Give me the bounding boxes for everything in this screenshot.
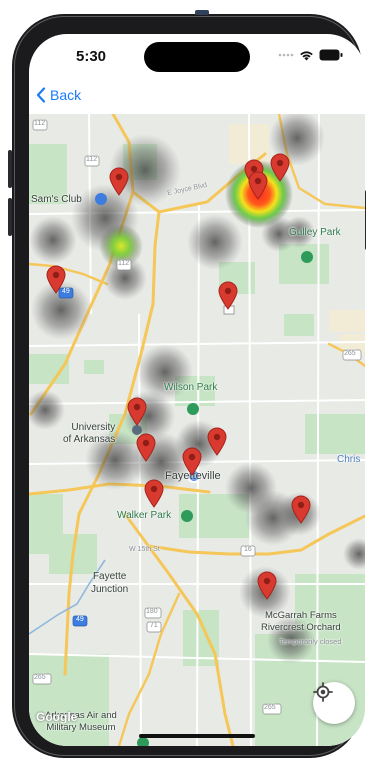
map-label-university: University of Arkansas [63,422,116,445]
map-pin[interactable] [135,432,157,462]
road-112-label: 112 [34,120,46,127]
map-label-chris: Chris [337,454,361,465]
volume-button [8,150,12,188]
dynamic-island [144,42,250,72]
road-265-label: 265 [344,350,356,357]
map-label-gulley-park: Gulley Park [289,227,341,238]
map-pin[interactable] [126,396,148,426]
chevron-left-icon [36,87,46,103]
battery-icon [319,49,343,61]
cellular-dots-icon [278,53,294,57]
map-pin[interactable] [108,166,130,196]
map-pin[interactable] [181,446,203,476]
navigation-bar: Back [29,80,365,114]
road-180-label: 180 [146,608,158,615]
back-button[interactable]: Back [36,87,81,103]
map-label-mcgarrah: McGarrah Farms Rivercrest Orchard [261,610,341,633]
my-location-button[interactable] [313,682,355,724]
road-71-label: 71 [150,622,158,629]
road-49-label: 49 [76,616,84,623]
road-265-label: 265 [264,704,276,711]
app-screen: 5:30 Back 112 112 112 49 265 16 180 71 4… [29,34,365,746]
map-pin[interactable] [217,280,239,310]
top-button [195,10,209,15]
wifi-icon [300,50,313,60]
map-label-wilson-park: Wilson Park [164,382,218,393]
road-112-label: 112 [118,260,130,267]
status-bar: 5:30 [29,34,365,80]
road-16-label: 16 [244,546,252,553]
map-pin[interactable] [206,426,228,456]
status-icons [278,49,343,61]
map-pin[interactable] [143,478,165,508]
map-pin[interactable] [247,170,269,200]
map-label-sams-club: Sam's Club [31,194,82,205]
my-location-icon [313,682,333,702]
map-label-fayette-junction: Fayette Junction [91,571,129,595]
map-pin[interactable] [290,494,312,524]
back-button-label: Back [50,87,82,103]
map-view[interactable]: 112 112 112 49 265 16 180 71 49 265 265 … [29,114,365,746]
map-pin[interactable] [45,264,67,294]
google-attribution: Google [36,710,78,724]
map-pin[interactable] [269,152,291,182]
home-indicator [139,734,255,738]
status-time: 5:30 [76,48,107,65]
map-label-15th-st: W 15th St [129,546,160,553]
map-label-temporarily-closed: Temporarily closed [279,637,342,646]
road-265-label: 265 [34,674,46,681]
volume-button [8,198,12,236]
map-pin[interactable] [256,570,278,600]
road-112-label: 112 [86,156,98,163]
map-label-walker-park: Walker Park [117,510,172,521]
